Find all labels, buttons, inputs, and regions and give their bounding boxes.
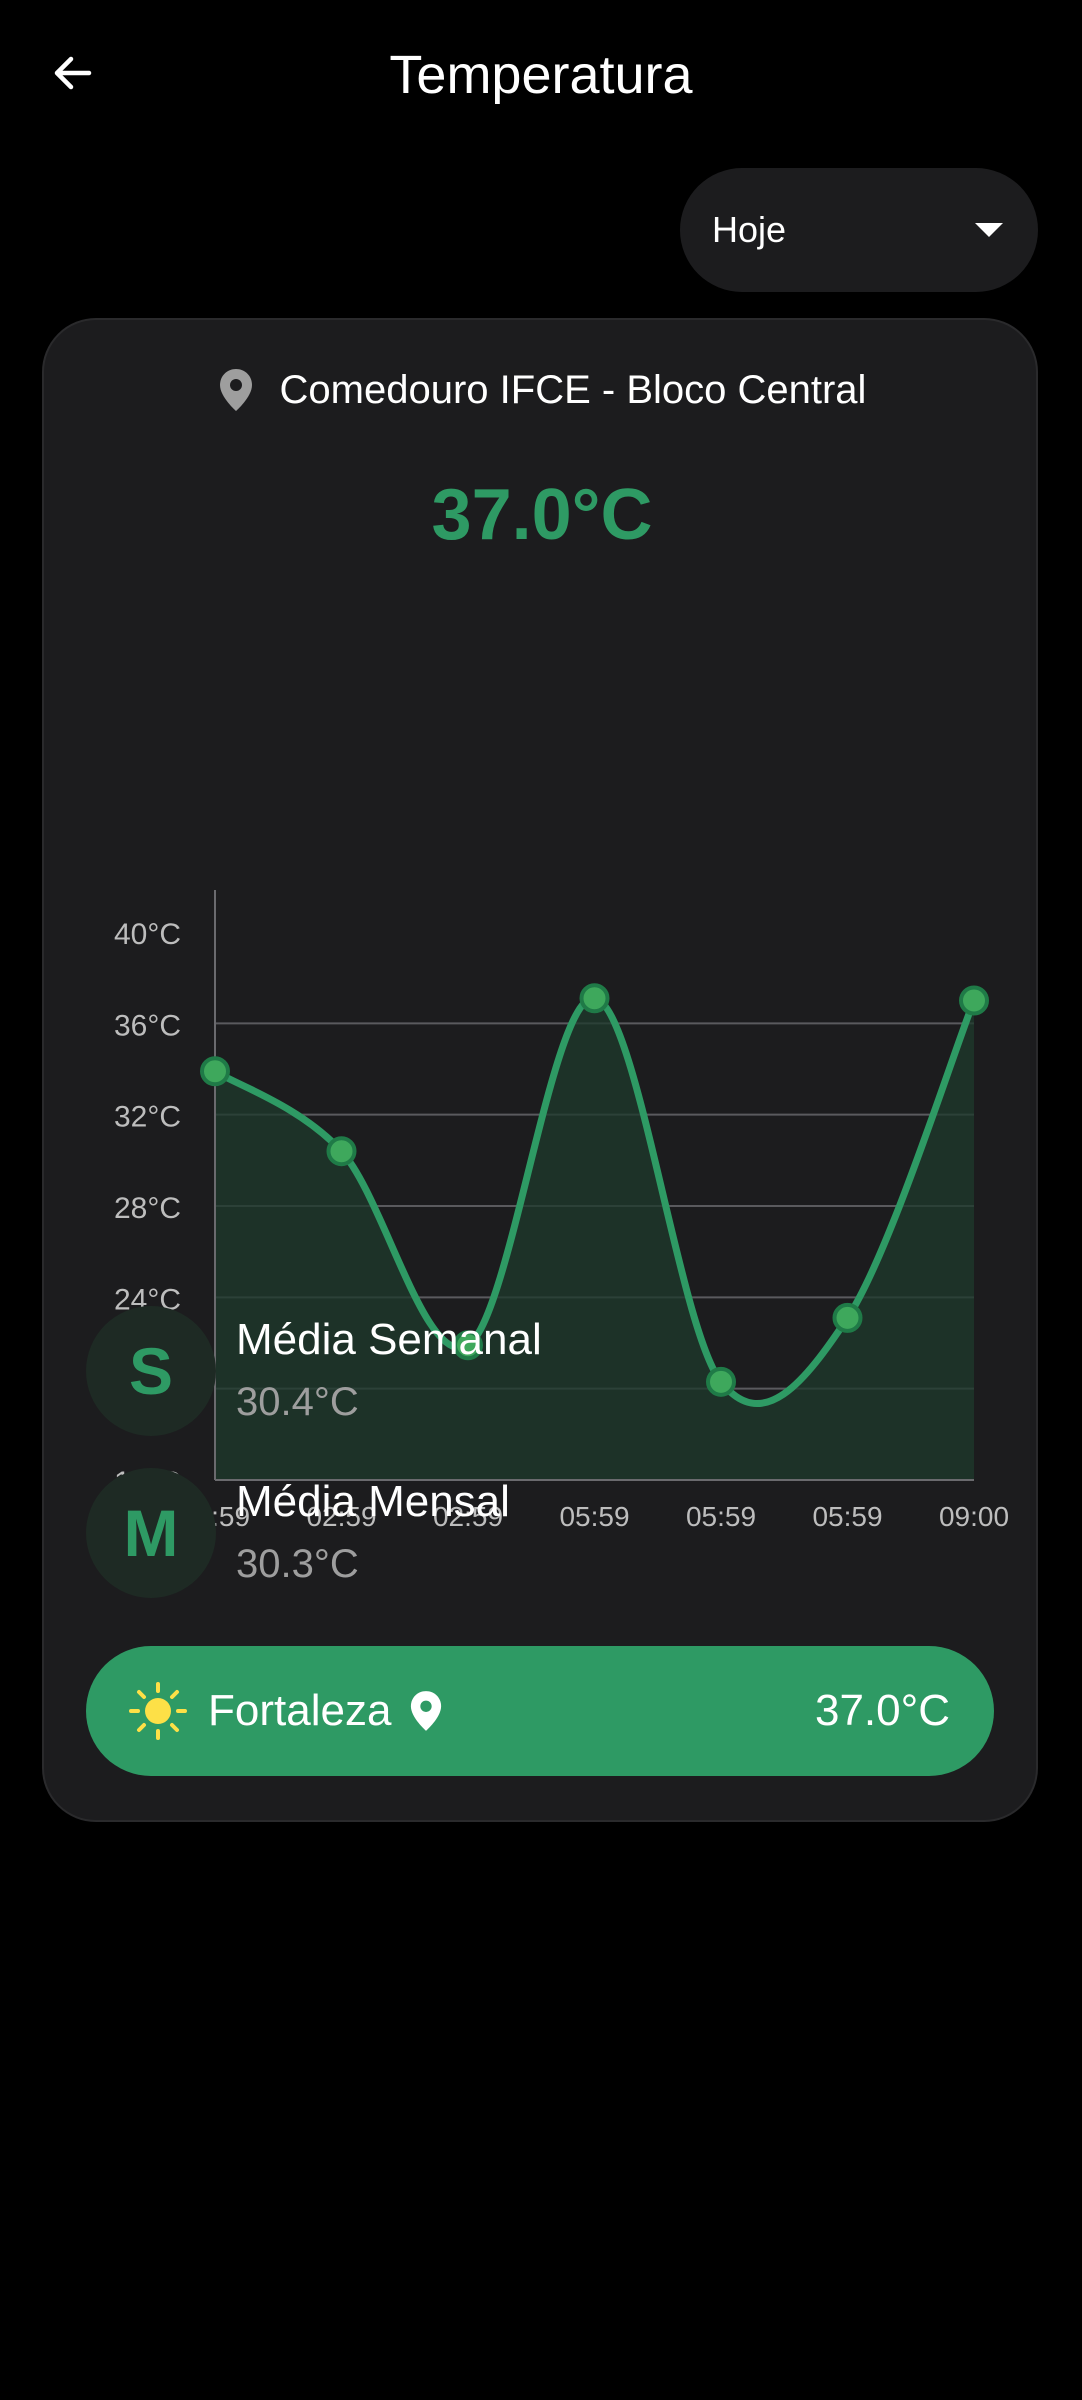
sensor-location: Comedouro IFCE - Bloco Central xyxy=(44,360,1040,420)
city-temperature: 37.0°C xyxy=(814,1686,950,1735)
city-weather-pill[interactable]: Fortaleza 37.0°C xyxy=(86,1646,994,1776)
data-point xyxy=(579,983,610,1014)
weekly-average-label: Média Semanal xyxy=(236,1315,542,1364)
y-tick-label: 32°C xyxy=(114,1101,181,1134)
sun-icon xyxy=(129,1682,187,1740)
temperature-card: Comedouro IFCE - Bloco Central 37.0°C 16… xyxy=(42,318,1038,1822)
monthly-average: M Média Mensal 30.3°C xyxy=(86,1468,986,1598)
monthly-average-value: 30.3°C xyxy=(236,1542,359,1586)
avatar: S xyxy=(86,1306,216,1436)
y-tick-label: 36°C xyxy=(114,1009,181,1042)
location-name: Comedouro IFCE - Bloco Central xyxy=(279,367,867,412)
data-point xyxy=(959,985,989,1016)
city-name: Fortaleza xyxy=(208,1686,392,1735)
period-dropdown[interactable]: Hoje xyxy=(680,168,1038,292)
data-point xyxy=(326,1136,357,1167)
map-pin-icon xyxy=(411,1691,442,1731)
weekly-average-value: 30.4°C xyxy=(236,1380,359,1424)
y-tick-label: 28°C xyxy=(114,1192,181,1225)
app-bar: Temperatura xyxy=(0,0,1082,150)
current-temperature: 37.0°C xyxy=(431,475,653,555)
caret-down-icon xyxy=(975,223,1003,237)
monthly-average-label: Média Mensal xyxy=(236,1477,510,1526)
map-pin-icon xyxy=(219,369,252,411)
data-point xyxy=(200,1056,230,1087)
page-title: Temperatura xyxy=(389,45,693,105)
avatar: M xyxy=(86,1468,216,1598)
y-tick-label: 40°C xyxy=(114,918,181,951)
weekly-average: S Média Semanal 30.4°C xyxy=(86,1306,986,1436)
period-dropdown-value: Hoje xyxy=(712,209,787,250)
